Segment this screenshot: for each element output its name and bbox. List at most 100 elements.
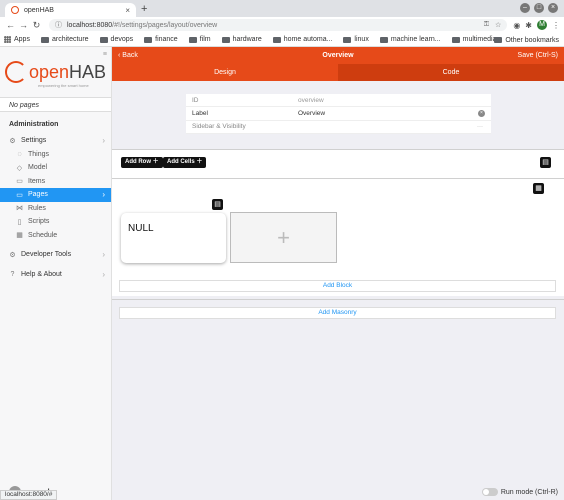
- items-icon: ▭: [16, 178, 23, 186]
- sidebar-item-things[interactable]: ◌ Things: [0, 148, 111, 162]
- bookmarks-bar: Apps architecture devops finance film ha…: [0, 33, 564, 47]
- sidebar-item-settings[interactable]: ⚙ Settings ›: [0, 134, 111, 148]
- clear-input-icon[interactable]: ×: [478, 109, 485, 117]
- new-tab-button[interactable]: +: [141, 3, 147, 15]
- label-input[interactable]: Overview: [298, 110, 485, 117]
- editor-content: ID overview Label Overview × Sidebar & V…: [112, 81, 564, 500]
- bookmark-folder[interactable]: film: [188, 36, 211, 43]
- file-icon: ▯: [17, 218, 22, 226]
- site-info-icon[interactable]: ⓘ: [55, 20, 62, 30]
- sidebar-item-help-about[interactable]: ? Help & About ›: [0, 268, 111, 282]
- run-mode-toggle[interactable]: Run mode (Ctrl-R): [481, 488, 558, 496]
- key-icon[interactable]: ⚿: [484, 21, 489, 29]
- browser-tab[interactable]: openHAB ×: [5, 3, 136, 17]
- forward-arrow-icon[interactable]: →: [17, 20, 30, 30]
- app-navbar: ‹ Back Overview Save (Ctrl-S): [112, 47, 564, 64]
- profile-avatar[interactable]: M: [537, 20, 547, 30]
- folder-icon: [343, 36, 352, 43]
- folder-icon: [272, 36, 281, 43]
- calendar-icon: ▦: [16, 232, 23, 240]
- tab-code[interactable]: Code: [338, 64, 564, 81]
- row-settings-icon[interactable]: ▦: [533, 183, 544, 194]
- folder-icon: [451, 36, 460, 43]
- sidebar-item-schedule[interactable]: ▦ Schedule: [0, 229, 111, 243]
- cell-value: NULL: [128, 223, 154, 234]
- maximize-icon[interactable]: □: [534, 3, 544, 13]
- bookmark-folder[interactable]: multimedia: [451, 36, 497, 43]
- page-properties: ID overview Label Overview × Sidebar & V…: [186, 94, 491, 134]
- sidebar-item-pages[interactable]: ▭ Pages ›: [0, 188, 111, 202]
- address-bar[interactable]: ⓘ localhost:8080 /#!/settings/pages/layo…: [49, 19, 508, 31]
- row-toolbar: Add Row ＋ Add Cells ＋ ▤: [112, 150, 564, 179]
- folder-icon: [99, 36, 108, 43]
- sidebar-item-developer-tools[interactable]: ⚙ Developer Tools ›: [0, 248, 111, 262]
- back-arrow-icon[interactable]: ←: [4, 20, 17, 30]
- label-label: Label: [192, 109, 208, 117]
- collapse-sidebar-icon[interactable]: ≡: [103, 51, 107, 58]
- sidebar-item-items[interactable]: ▭ Items: [0, 175, 111, 189]
- sidebar-item-model[interactable]: ◇ Model: [0, 161, 111, 175]
- add-cells-button[interactable]: Add Cells ＋: [163, 157, 207, 168]
- folder-icon: [40, 36, 49, 43]
- window-controls: – □ ×: [520, 3, 558, 13]
- bookmark-folder[interactable]: hardware: [221, 36, 262, 43]
- help-icon: ?: [10, 270, 15, 278]
- sidebar-item-rules[interactable]: ⋈ Rules: [0, 202, 111, 216]
- menu-dots-icon[interactable]: ⋮: [552, 21, 560, 30]
- extension-icon[interactable]: ◉: [513, 21, 520, 30]
- bookmark-folder[interactable]: linux: [343, 36, 369, 43]
- bookmark-folder[interactable]: home automa...: [272, 36, 332, 43]
- administration-heading: Administration: [9, 121, 59, 128]
- logo-mark-icon: [4, 61, 27, 83]
- add-row-button[interactable]: Add Row ＋: [121, 157, 163, 168]
- bookmark-folder[interactable]: devops: [99, 36, 133, 43]
- apps-grid-icon: [4, 36, 11, 43]
- add-block-button[interactable]: Add Block: [119, 280, 556, 292]
- folder-icon: [379, 36, 388, 43]
- add-masonry-button[interactable]: Add Masonry: [119, 307, 556, 319]
- star-icon[interactable]: ☆: [495, 21, 501, 29]
- widget-cell[interactable]: NULL: [121, 213, 226, 263]
- sidebar: ≡ openHAB empowering the smart home No p…: [0, 47, 112, 500]
- sidebar-visibility-label: Sidebar & Visibility: [192, 123, 246, 131]
- chevron-right-icon: ›: [102, 190, 105, 200]
- id-label: ID: [192, 96, 199, 104]
- bookmark-folder[interactable]: machine learn...: [379, 36, 441, 43]
- tab-close-icon[interactable]: ×: [125, 6, 130, 15]
- puzzle-icon[interactable]: ✱: [525, 21, 532, 30]
- tab-title: openHAB: [24, 6, 54, 14]
- folder-icon: [221, 36, 230, 43]
- page-title: Overview: [322, 52, 354, 59]
- gear-icon: ⚙: [9, 137, 16, 145]
- label-row[interactable]: Label Overview ×: [186, 107, 491, 121]
- bookmark-folder[interactable]: finance: [144, 36, 178, 43]
- no-pages-label: No pages: [0, 97, 111, 112]
- browser-tabstrip: openHAB × + – □ ×: [0, 0, 564, 17]
- bookmark-apps[interactable]: Apps: [4, 36, 30, 43]
- other-bookmarks[interactable]: Other bookmarks: [494, 33, 559, 47]
- run-mode-label: Run mode (Ctrl-R): [500, 488, 558, 496]
- sidebar-item-scripts[interactable]: ▯ Scripts: [0, 215, 111, 229]
- chevron-right-icon: ›: [102, 250, 105, 260]
- toggle-switch[interactable]: [481, 488, 498, 496]
- reload-icon[interactable]: ↻: [30, 20, 43, 31]
- monitor-icon: ▭: [16, 191, 23, 199]
- link-status-url: localhost:8080/#: [0, 490, 58, 500]
- sidebar-visibility-row[interactable]: Sidebar & Visibility ···: [186, 121, 491, 134]
- close-window-icon[interactable]: ×: [548, 3, 558, 13]
- gear-icon: ⚙: [9, 251, 16, 259]
- cube-icon: ◇: [16, 164, 23, 172]
- bookmark-folder[interactable]: architecture: [40, 36, 89, 43]
- minimize-icon[interactable]: –: [520, 3, 530, 13]
- save-button[interactable]: Save (Ctrl-S): [498, 52, 558, 59]
- back-button[interactable]: ‹ Back: [118, 52, 178, 59]
- openhab-logo: openHAB: [4, 61, 106, 83]
- grid-settings-icon[interactable]: ▤: [540, 157, 551, 168]
- chevron-right-icon: ›: [102, 136, 105, 146]
- logo-tagline: empowering the smart home: [38, 83, 89, 88]
- add-cell-placeholder[interactable]: +: [230, 212, 337, 263]
- tab-design[interactable]: Design: [112, 64, 338, 81]
- rules-icon: ⋈: [16, 205, 23, 213]
- cell-settings-icon[interactable]: ▤: [212, 199, 223, 210]
- folder-icon: [188, 36, 197, 43]
